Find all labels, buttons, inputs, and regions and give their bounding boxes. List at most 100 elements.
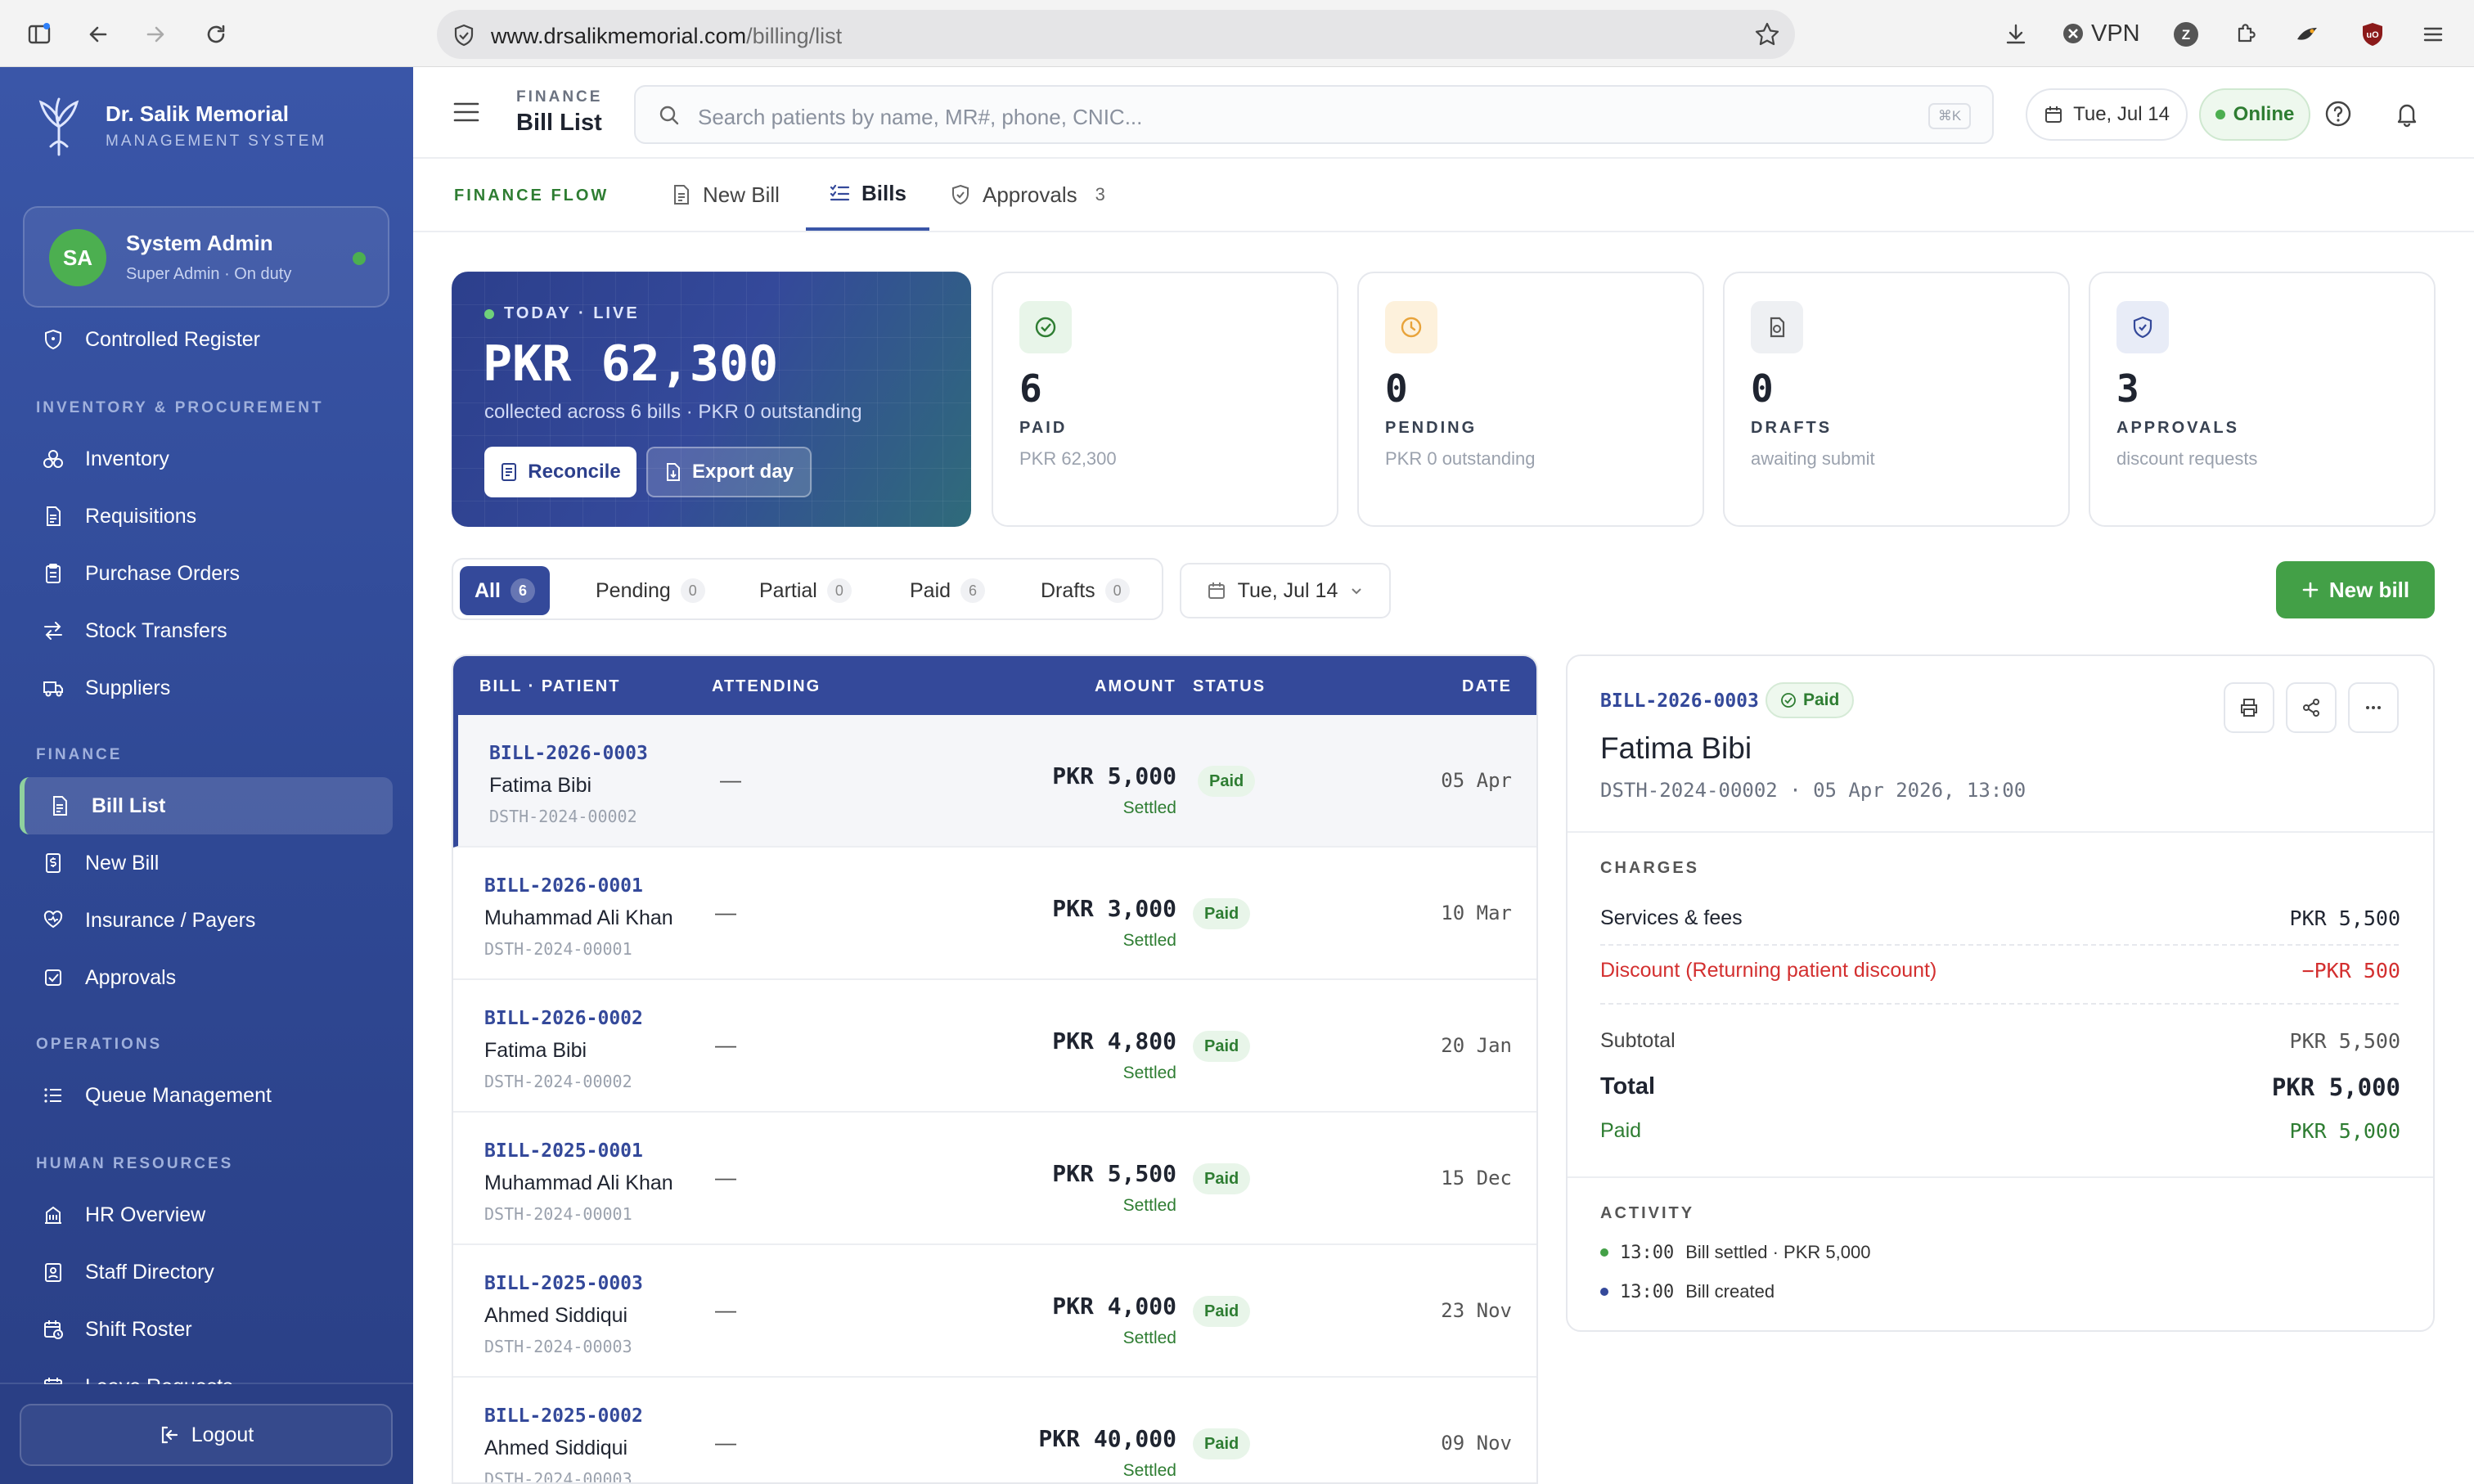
sidebar-item-shift-roster[interactable]: Shift Roster [20, 1301, 393, 1358]
filter-pending[interactable]: Pending 0 [581, 566, 720, 615]
section-finance: FINANCE [36, 746, 123, 763]
downloads-icon[interactable] [1999, 18, 2032, 51]
forward-icon[interactable] [139, 18, 172, 51]
hospital-logo-icon [33, 94, 85, 160]
table-row[interactable]: BILL-2026-0002 Fatima Bibi DSTH-2024-000… [453, 980, 1536, 1113]
user-name: System Admin [126, 231, 273, 255]
filter-all[interactable]: All 6 [460, 566, 550, 615]
patient-name: Fatima Bibi [489, 774, 592, 797]
date-filter-dropdown[interactable]: Tue, Jul 14 [1180, 563, 1391, 618]
site-security-icon[interactable] [452, 23, 476, 47]
stat-card-approvals[interactable]: 3 APPROVALS discount requests [2089, 272, 2436, 527]
extension-bird-icon[interactable] [2291, 18, 2323, 51]
vpn-toggle[interactable]: VPN [2062, 16, 2140, 51]
attending: — [715, 1165, 736, 1189]
subtotal-label: Subtotal [1600, 1029, 1676, 1052]
sidebar-item-bill-list[interactable]: Bill List [20, 777, 393, 834]
sidebar-item-hr-overview[interactable]: HR Overview [20, 1186, 393, 1243]
sidebar-item-approvals[interactable]: Approvals [20, 949, 393, 1006]
filter-label: Drafts [1041, 578, 1095, 602]
new-bill-button[interactable]: New bill [2276, 561, 2435, 618]
activity-heading: ACTIVITY [1600, 1204, 1695, 1222]
filter-label: All [475, 578, 501, 602]
column-header-amount[interactable]: AMOUNT [1095, 677, 1176, 696]
reload-icon[interactable] [200, 18, 232, 51]
activity-dot [1600, 1288, 1608, 1296]
table-row[interactable]: BILL-2025-0003 Ahmed Siddiqui DSTH-2024-… [453, 1245, 1536, 1378]
vpn-icon [2063, 24, 2083, 43]
print-button[interactable] [2224, 682, 2274, 733]
profile-z-icon[interactable]: Z [2170, 18, 2202, 51]
collected-subtitle: collected across 6 bills · PKR 0 outstan… [484, 401, 862, 423]
filter-label: Paid [910, 578, 951, 602]
browser-menu-icon[interactable] [2417, 18, 2449, 51]
tab-bills[interactable]: Bills [806, 159, 929, 231]
help-icon[interactable] [2324, 100, 2352, 128]
url-host: www.drsalikmemorial.com [491, 24, 747, 48]
stat-card-paid[interactable]: 6 PAID PKR 62,300 [992, 272, 1338, 527]
building-icon [39, 1201, 67, 1229]
sidebar-item-staff-directory[interactable]: Staff Directory [20, 1243, 393, 1301]
logout-icon [159, 1424, 180, 1446]
extensions-icon[interactable] [2229, 18, 2261, 51]
tab-new-bill[interactable]: New Bill [672, 159, 780, 231]
browser-toolbar: www.drsalikmemorial.com/billing/list VPN… [0, 0, 2474, 67]
tab-approvals[interactable]: Approvals 3 [950, 159, 1105, 231]
column-header-date[interactable]: DATE [1462, 677, 1512, 696]
today-summary-card: TODAY · LIVE PKR 62,300 collected across… [452, 272, 971, 527]
notification-bell-icon[interactable] [2393, 100, 2421, 128]
check-circle-icon [1780, 692, 1797, 708]
detail-bill-id: BILL-2026-0003 [1600, 690, 1759, 712]
bill-date: 15 Dec [1441, 1167, 1512, 1189]
reconcile-button[interactable]: Reconcile [484, 447, 636, 497]
filter-drafts[interactable]: Drafts 0 [1026, 566, 1145, 615]
sidebar-item-requisitions[interactable]: Requisitions [20, 488, 393, 545]
search-input[interactable]: Search patients by name, MR#, phone, CNI… [634, 85, 1994, 144]
back-icon[interactable] [82, 18, 115, 51]
sidebar-item-purchase-orders[interactable]: Purchase Orders [20, 545, 393, 602]
column-header-status[interactable]: STATUS [1193, 677, 1266, 696]
sidebar-item-stock-transfers[interactable]: Stock Transfers [20, 602, 393, 659]
filter-paid[interactable]: Paid 6 [895, 566, 1000, 615]
bill-id: BILL-2026-0001 [484, 875, 643, 897]
sidebar-toggle-icon[interactable] [23, 18, 56, 51]
bill-date: 05 Apr [1441, 769, 1512, 792]
table-row[interactable]: BILL-2026-0003 Fatima Bibi DSTH-2024-000… [453, 715, 1536, 848]
tab-label: Bills [861, 180, 906, 205]
address-bar[interactable]: www.drsalikmemorial.com/billing/list [437, 10, 1795, 59]
sidebar-item-label: Staff Directory [85, 1260, 214, 1284]
bookmark-star-icon[interactable] [1754, 21, 1780, 47]
sidebar-item-new-bill[interactable]: New Bill [20, 834, 393, 892]
charges-heading: CHARGES [1600, 859, 1700, 877]
logout-button[interactable]: Logout [20, 1404, 393, 1466]
sidebar-item-inventory[interactable]: Inventory [20, 430, 393, 488]
stat-card-drafts[interactable]: 0 DRAFTS awaiting submit [1723, 272, 2070, 527]
export-day-button[interactable]: Export day [646, 447, 812, 497]
sidebar-item-controlled-register[interactable]: Controlled Register [20, 311, 393, 368]
patient-name: Ahmed Siddiqui [484, 1304, 628, 1327]
stat-value: 6 [1019, 367, 1042, 411]
collected-amount: PKR 62,300 [483, 335, 779, 393]
column-header-bill-patient[interactable]: BILL · PATIENT [479, 677, 620, 696]
sidebar-item-suppliers[interactable]: Suppliers [20, 659, 393, 717]
live-text: TODAY · LIVE [504, 304, 640, 322]
sidebar-item-insurance-payers[interactable]: Insurance / Payers [20, 892, 393, 949]
user-card[interactable]: SA System Admin Super Admin · On duty [23, 206, 389, 308]
column-header-attending[interactable]: ATTENDING [712, 677, 821, 696]
ublock-icon[interactable]: uO [2356, 18, 2389, 51]
search-placeholder: Search patients by name, MR#, phone, CNI… [698, 105, 1143, 129]
stat-card-pending[interactable]: 0 PENDING PKR 0 outstanding [1357, 272, 1704, 527]
filter-partial[interactable]: Partial 0 [744, 566, 866, 615]
menu-hamburger-icon[interactable] [452, 100, 480, 124]
table-row[interactable]: BILL-2025-0002 Ahmed Siddiqui DSTH-2024-… [453, 1378, 1536, 1482]
discount-label: Discount (Returning patient discount) [1600, 959, 1937, 982]
table-row[interactable]: BILL-2025-0001 Muhammad Ali Khan DSTH-20… [453, 1113, 1536, 1245]
table-row[interactable]: BILL-2026-0001 Muhammad Ali Khan DSTH-20… [453, 848, 1536, 980]
share-button[interactable] [2286, 682, 2337, 733]
more-options-button[interactable] [2348, 682, 2399, 733]
sidebar-item-queue-management[interactable]: Queue Management [20, 1067, 393, 1124]
date-pill[interactable]: Tue, Jul 14 [2026, 88, 2188, 141]
stat-subtitle: PKR 62,300 [1019, 448, 1117, 469]
stat-value: 0 [1385, 367, 1408, 411]
sidebar-item-label: Queue Management [85, 1083, 272, 1107]
